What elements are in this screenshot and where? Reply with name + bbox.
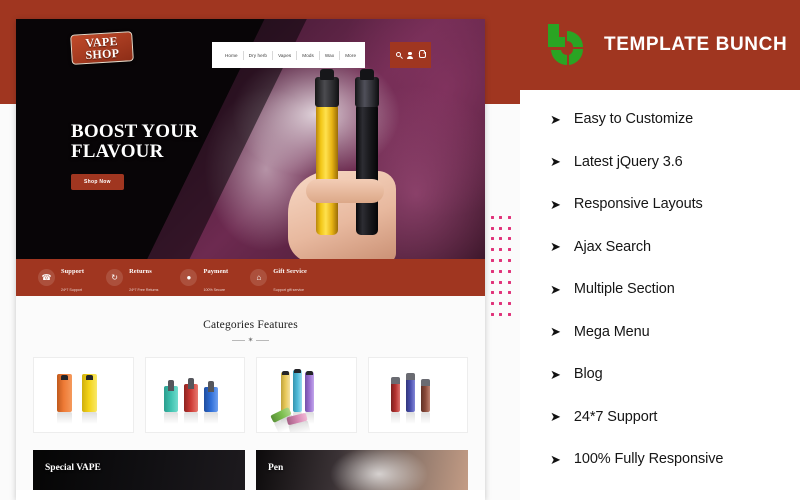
arrow-bullet-icon: ➤ bbox=[550, 281, 561, 297]
feature-label: Latest jQuery 3.6 bbox=[573, 153, 683, 170]
black-vape-device bbox=[356, 105, 378, 235]
decorative-dot-grid bbox=[488, 212, 514, 320]
service-item-payment: ● Payment 100% Secure bbox=[180, 260, 228, 296]
promo-panel: VAPE SHOP Home Dry herb Vapes Mods Wax M… bbox=[0, 0, 520, 500]
feature-label: 100% Fully Responsive bbox=[573, 451, 724, 468]
divider-ornament-icon: ✶ bbox=[247, 337, 254, 344]
website-preview-mockup: VAPE SHOP Home Dry herb Vapes Mods Wax M… bbox=[16, 19, 485, 500]
template-bunch-brandbar: TEMPLATE BUNCH bbox=[520, 0, 800, 90]
yellow-vape-tank bbox=[315, 77, 339, 107]
service-item-gift: ⌂ Gift Service Support gift service bbox=[250, 260, 307, 296]
site-header: VAPE SHOP Home Dry herb Vapes Mods Wax M… bbox=[16, 19, 485, 73]
gift-box-icon: ⌂ bbox=[250, 269, 268, 286]
feature-item-100-fully-responsive: ➤ 100% Fully Responsive bbox=[520, 438, 800, 481]
hero-title: BOOST YOUR FLAVOUR bbox=[71, 122, 198, 162]
headset-support-icon: ☎ bbox=[38, 269, 55, 286]
right-info-panel: TEMPLATE BUNCH ➤ Easy to Customize ➤ Lat… bbox=[520, 0, 800, 500]
search-icon[interactable] bbox=[395, 51, 403, 60]
feature-label: Multiple Section bbox=[573, 281, 675, 298]
divider-line-right bbox=[256, 340, 270, 341]
feature-label: Easy to Customize bbox=[573, 111, 694, 128]
feature-item-easy-to-customize: ➤ Easy to Customize bbox=[520, 98, 800, 141]
nav-item-mods[interactable]: Mods bbox=[297, 53, 319, 58]
payment-money-icon: ● bbox=[180, 269, 198, 286]
shop-now-button[interactable]: Shop Now bbox=[71, 174, 124, 190]
nav-item-home[interactable]: Home bbox=[220, 53, 243, 58]
banner-label: Special VAPE bbox=[45, 463, 101, 473]
arrow-bullet-icon: ➤ bbox=[550, 451, 561, 467]
arrow-bullet-icon: ➤ bbox=[550, 409, 561, 425]
arrow-bullet-icon: ➤ bbox=[550, 196, 561, 212]
template-bunch-b-mark-icon bbox=[548, 24, 584, 66]
service-text: Support 24*7 Support bbox=[61, 260, 84, 296]
feature-label: Ajax Search bbox=[573, 238, 651, 255]
divider-line-left bbox=[231, 340, 245, 341]
hand-fingers bbox=[306, 179, 384, 203]
nav-item-dry-herb[interactable]: Dry herb bbox=[244, 53, 272, 58]
service-text: Gift Service Support gift service bbox=[273, 260, 307, 296]
nav-item-vapes[interactable]: Vapes bbox=[273, 53, 296, 58]
feature-item-ajax-search: ➤ Ajax Search bbox=[520, 226, 800, 269]
hero-title-line-2: FLAVOUR bbox=[71, 141, 164, 162]
service-text: Payment 100% Secure bbox=[203, 260, 228, 296]
feature-item-latest-jquery: ➤ Latest jQuery 3.6 bbox=[520, 141, 800, 184]
title-divider: ✶ bbox=[230, 336, 272, 345]
nav-item-more[interactable]: More bbox=[340, 53, 361, 58]
feature-label: Responsive Layouts bbox=[573, 196, 703, 213]
feature-item-responsive-layouts: ➤ Responsive Layouts bbox=[520, 183, 800, 226]
feature-list: ➤ Easy to Customize ➤ Latest jQuery 3.6 … bbox=[520, 98, 800, 481]
vape-shop-logo[interactable]: VAPE SHOP bbox=[70, 31, 134, 65]
service-title: Gift Service bbox=[273, 267, 307, 275]
user-account-icon[interactable] bbox=[406, 51, 414, 60]
banner-pen[interactable]: Pen bbox=[256, 450, 468, 490]
categories-features-section: Categories Features ✶ Special VAPE Pen bbox=[16, 296, 485, 490]
category-card[interactable] bbox=[33, 357, 134, 433]
feature-item-24-7-support: ➤ 24*7 Support bbox=[520, 396, 800, 439]
arrow-bullet-icon: ➤ bbox=[550, 154, 561, 170]
arrow-bullet-icon: ➤ bbox=[550, 366, 561, 382]
service-subtitle: 24*7 Support bbox=[61, 287, 82, 292]
section-title: Categories Features bbox=[203, 319, 298, 331]
returns-exchange-icon: ↻ bbox=[106, 269, 124, 286]
arrow-bullet-icon: ➤ bbox=[550, 111, 561, 127]
service-title: Support bbox=[61, 267, 85, 275]
service-subtitle: 100% Secure bbox=[203, 287, 226, 292]
feature-item-mega-menu: ➤ Mega Menu bbox=[520, 311, 800, 354]
yellow-vape-device bbox=[316, 105, 338, 235]
service-item-support: ☎ Support 24*7 Support bbox=[38, 260, 84, 296]
service-title: Payment bbox=[203, 267, 229, 275]
header-action-icons bbox=[390, 42, 431, 68]
promo-banner-row: Special VAPE Pen bbox=[33, 450, 468, 490]
feature-label: Mega Menu bbox=[573, 323, 650, 340]
category-card[interactable] bbox=[256, 357, 357, 433]
service-text: Returns 24*7 Free Returns bbox=[129, 260, 158, 296]
black-vape-tank bbox=[355, 77, 379, 107]
banner-special-vape[interactable]: Special VAPE bbox=[33, 450, 245, 490]
shopping-cart-icon[interactable] bbox=[418, 51, 427, 60]
category-card[interactable] bbox=[367, 357, 468, 433]
feature-item-multiple-section: ➤ Multiple Section bbox=[520, 268, 800, 311]
logo-line-2: SHOP bbox=[85, 45, 120, 62]
service-highlights-strip: ☎ Support 24*7 Support ↻ Returns 24*7 Fr… bbox=[16, 259, 485, 296]
arrow-bullet-icon: ➤ bbox=[550, 324, 561, 340]
feature-label: Blog bbox=[573, 366, 603, 383]
category-card-grid bbox=[33, 357, 468, 433]
hero-section: VAPE SHOP Home Dry herb Vapes Mods Wax M… bbox=[16, 19, 485, 259]
feature-label: 24*7 Support bbox=[573, 408, 658, 425]
category-card[interactable] bbox=[144, 357, 245, 433]
service-item-returns: ↻ Returns 24*7 Free Returns bbox=[106, 260, 158, 296]
feature-item-blog: ➤ Blog bbox=[520, 353, 800, 396]
service-title: Returns bbox=[129, 267, 152, 275]
service-subtitle: 24*7 Free Returns bbox=[129, 287, 159, 292]
hero-title-line-1: BOOST YOUR bbox=[71, 121, 199, 142]
brand-name: TEMPLATE BUNCH bbox=[604, 34, 788, 55]
nav-item-wax[interactable]: Wax bbox=[320, 53, 339, 58]
arrow-bullet-icon: ➤ bbox=[550, 239, 561, 255]
service-subtitle: Support gift service bbox=[273, 287, 305, 292]
banner-label: Pen bbox=[268, 463, 284, 473]
main-navigation: Home Dry herb Vapes Mods Wax More bbox=[212, 42, 366, 68]
hero-copy: BOOST YOUR FLAVOUR Shop Now bbox=[71, 122, 198, 190]
